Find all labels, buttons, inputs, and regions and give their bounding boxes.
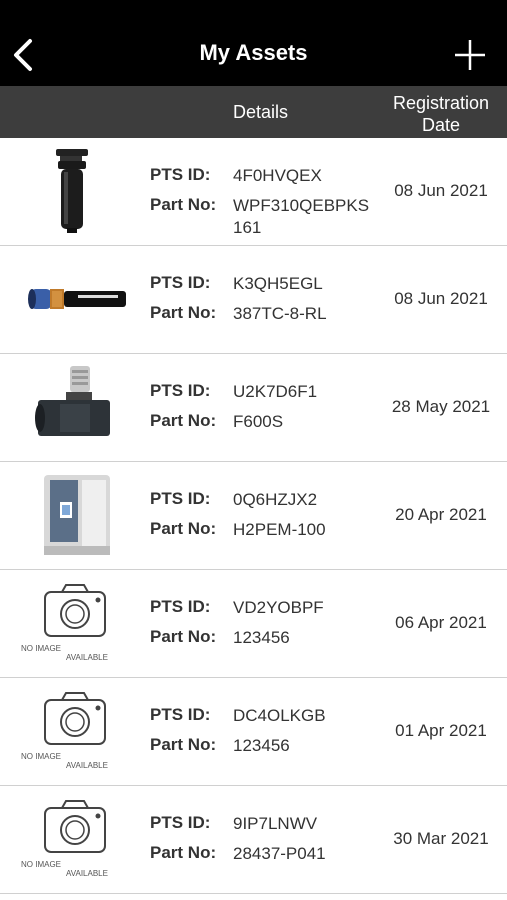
no-image-available-icon: NO IMAGE AVAILABLE bbox=[20, 688, 130, 774]
part-no-value: 123456 bbox=[233, 736, 290, 755]
pts-id-label: PTS ID: bbox=[150, 705, 211, 724]
page-title: My Assets bbox=[199, 40, 308, 65]
svg-text:AVAILABLE: AVAILABLE bbox=[66, 653, 108, 662]
pts-id-label: PTS ID: bbox=[150, 165, 211, 184]
pts-id-value: 0Q6HZJX2 bbox=[233, 490, 318, 509]
part-no-label: Part No: bbox=[150, 195, 217, 214]
part-no-label: Part No: bbox=[150, 627, 217, 646]
svg-text:AVAILABLE: AVAILABLE bbox=[66, 869, 108, 878]
part-no-value: WPF310QEBPKS161 bbox=[233, 196, 370, 237]
part-no-label: Part No: bbox=[150, 519, 217, 538]
part-no-label: Part No: bbox=[150, 843, 217, 862]
pts-id-value: VD2YOBPF bbox=[233, 598, 324, 617]
part-no-value: 28437-P041 bbox=[233, 844, 326, 863]
asset-row[interactable]: PTS ID: 0Q6HZJX2 Part No: H2PEM-100 20 A… bbox=[0, 462, 507, 570]
asset-row[interactable]: NO IMAGE AVAILABLE PTS ID: 9IP7LNWV Part… bbox=[0, 786, 507, 894]
asset-row[interactable]: PTS ID: K3QH5EGL Part No: 387TC-8-RL 08 … bbox=[0, 246, 507, 354]
part-no-value: 123456 bbox=[233, 628, 290, 647]
pts-id-label: PTS ID: bbox=[150, 597, 211, 616]
hydraulic-hose-image bbox=[20, 256, 130, 342]
registration-date-value: 01 Apr 2021 bbox=[395, 721, 487, 740]
part-no-label: Part No: bbox=[150, 411, 217, 430]
pts-id-label: PTS ID: bbox=[150, 381, 211, 400]
part-no-value: 387TC-8-RL bbox=[233, 304, 327, 323]
asset-row[interactable]: PTS ID: U2K7D6F1 Part No: F600S 28 May 2… bbox=[0, 354, 507, 462]
registration-date-value: 06 Apr 2021 bbox=[395, 613, 487, 632]
svg-text:NO IMAGE: NO IMAGE bbox=[21, 860, 61, 869]
part-no-label: Part No: bbox=[150, 735, 217, 754]
no-image-available-icon: NO IMAGE AVAILABLE bbox=[20, 580, 130, 666]
pts-id-label: PTS ID: bbox=[150, 273, 211, 292]
registration-date-value: 08 Jun 2021 bbox=[394, 181, 488, 200]
svg-text:AVAILABLE: AVAILABLE bbox=[66, 761, 108, 770]
filter-housing-image bbox=[20, 148, 130, 234]
pts-id-value: DC4OLKGB bbox=[233, 706, 326, 725]
part-no-value: F600S bbox=[233, 412, 284, 431]
no-image-available-icon: NO IMAGE AVAILABLE bbox=[20, 796, 130, 882]
pts-id-value: K3QH5EGL bbox=[233, 274, 323, 293]
pts-id-value: 9IP7LNWV bbox=[233, 814, 318, 833]
registration-date-value: 08 Jun 2021 bbox=[394, 289, 488, 308]
part-no-value: H2PEM-100 bbox=[233, 520, 326, 539]
registration-date-value: 30 Mar 2021 bbox=[393, 829, 489, 848]
flow-valve-image bbox=[20, 364, 130, 450]
pts-id-value: 4F0HVQEX bbox=[233, 166, 322, 185]
hydrogen-generator-image bbox=[20, 472, 130, 558]
svg-text:NO IMAGE: NO IMAGE bbox=[21, 644, 61, 653]
pts-id-label: PTS ID: bbox=[150, 813, 211, 832]
details-column-label: Details bbox=[233, 102, 289, 122]
asset-list: PTS ID: 4F0HVQEX Part No: WPF310QEBPKS16… bbox=[0, 138, 507, 894]
column-header: Details Registration Date bbox=[0, 86, 507, 138]
pts-id-label: PTS ID: bbox=[150, 489, 211, 508]
registration-date-value: 28 May 2021 bbox=[391, 397, 491, 416]
registration-date-column-label: Registration Date bbox=[392, 93, 490, 135]
pts-id-value: U2K7D6F1 bbox=[233, 382, 318, 401]
registration-date-value: 20 Apr 2021 bbox=[395, 505, 487, 524]
top-bar: My Assets bbox=[0, 0, 507, 86]
asset-row[interactable]: NO IMAGE AVAILABLE PTS ID: DC4OLKGB Part… bbox=[0, 678, 507, 786]
asset-row[interactable]: PTS ID: 4F0HVQEX Part No: WPF310QEBPKS16… bbox=[0, 138, 507, 246]
svg-text:NO IMAGE: NO IMAGE bbox=[21, 752, 61, 761]
asset-row[interactable]: NO IMAGE AVAILABLE PTS ID: VD2YOBPF Part… bbox=[0, 570, 507, 678]
plus-icon[interactable] bbox=[453, 38, 487, 72]
part-no-label: Part No: bbox=[150, 303, 217, 322]
